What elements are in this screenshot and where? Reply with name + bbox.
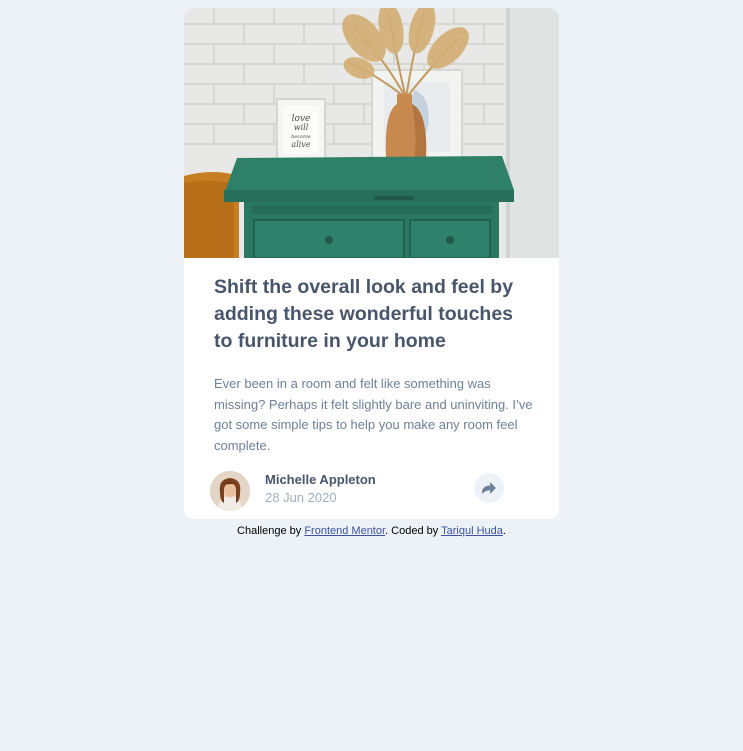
svg-text:alive: alive bbox=[291, 140, 310, 149]
share-button[interactable] bbox=[474, 473, 504, 503]
article-content: Shift the overall look and feel by addin… bbox=[214, 274, 534, 456]
article-title[interactable]: Shift the overall look and feel by addin… bbox=[214, 274, 534, 355]
attribution-prefix: Challenge by bbox=[237, 525, 305, 537]
attribution: Challenge by Frontend Mentor. Coded by T… bbox=[0, 525, 743, 537]
hero-image: love will become alive bbox=[184, 8, 559, 258]
svg-text:will: will bbox=[294, 123, 309, 132]
attribution-suffix: . bbox=[502, 525, 506, 537]
frontend-mentor-link[interactable]: Frontend Mentor bbox=[304, 525, 385, 537]
article-preview-card: love will become alive Shift the overall… bbox=[184, 8, 559, 519]
avatar bbox=[210, 471, 250, 511]
article-description: Ever been in a room and felt like someth… bbox=[214, 376, 533, 453]
attribution-middle: . Coded by bbox=[385, 525, 442, 537]
author-name: Michelle Appleton bbox=[265, 472, 376, 487]
author-link[interactable]: Tariqul Huda bbox=[441, 525, 503, 537]
share-icon bbox=[482, 482, 496, 494]
author-section: Michelle Appleton 28 Jun 2020 bbox=[210, 471, 530, 511]
post-date: 28 Jun 2020 bbox=[265, 490, 337, 505]
